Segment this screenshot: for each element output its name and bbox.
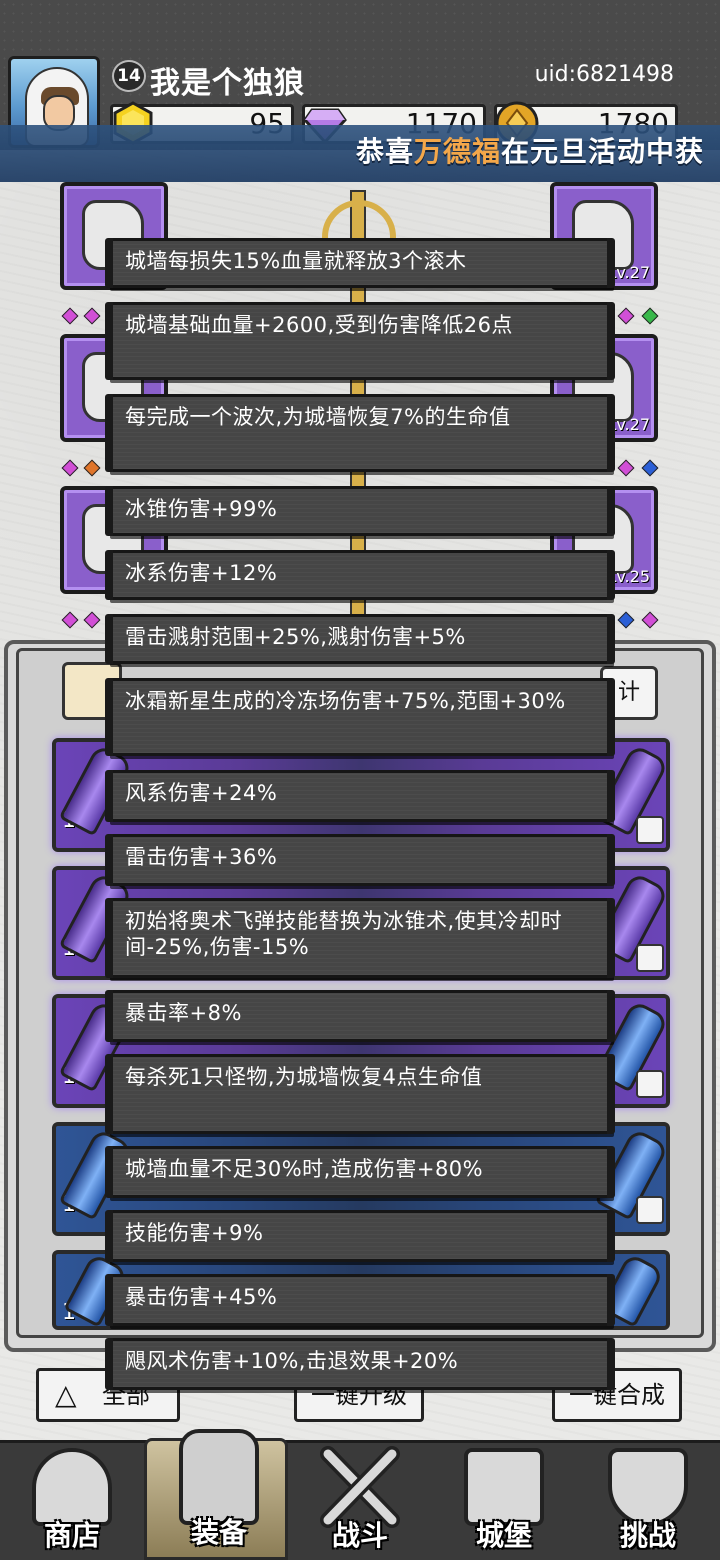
nav-castle-label: 城堡 xyxy=(475,1519,532,1552)
gem-socket-icon xyxy=(617,611,635,629)
nav-equipment[interactable]: 装备 xyxy=(144,1429,288,1560)
staff-type-icon xyxy=(636,816,664,844)
player-uid: uid:6821498 xyxy=(534,62,674,87)
announcement-suffix: 在元旦活动中获 xyxy=(501,135,705,168)
nav-battle[interactable]: 战斗 xyxy=(288,1438,432,1560)
buff-item[interactable]: 雷击伤害+36% xyxy=(105,834,615,886)
gem-socket-icon xyxy=(641,307,659,325)
player-name: 我是个独狼 xyxy=(150,66,305,101)
buff-item[interactable]: 技能伤害+9% xyxy=(105,1210,615,1262)
buff-item[interactable]: 雷击溅射范围+25%,溅射伤害+5% xyxy=(105,614,615,664)
nav-shop[interactable]: 商店 xyxy=(0,1438,144,1560)
ring-type-icon xyxy=(636,944,664,972)
gem-socket-icon xyxy=(83,307,101,325)
gem-socket-icon xyxy=(61,307,79,325)
nav-challenge[interactable]: 挑战 xyxy=(576,1438,720,1560)
buff-item[interactable]: 飓风术伤害+10%,击退效果+20% xyxy=(105,1338,615,1390)
gem-socket-icon xyxy=(617,459,635,477)
announcement-prefix: 恭喜 xyxy=(356,135,415,168)
buff-item[interactable]: 冰系伤害+12% xyxy=(105,550,615,600)
nav-battle-label: 战斗 xyxy=(331,1519,388,1552)
gem-socket-icon xyxy=(641,459,659,477)
buff-item[interactable]: 城墙每损失15%血量就释放3个滚木 xyxy=(105,238,615,288)
buff-item[interactable]: 冰霜新星生成的冷冻场伤害+75%,范围+30% xyxy=(105,678,615,756)
gem-socket-icon xyxy=(83,611,101,629)
armor-type-icon xyxy=(636,1196,664,1224)
nav-challenge-label: 挑战 xyxy=(619,1519,676,1552)
buff-item[interactable]: 每完成一个波次,为城墙恢复7%的生命值 xyxy=(105,394,615,472)
announcement-player: 万德福 xyxy=(414,135,502,168)
nav-shop-label: 商店 xyxy=(43,1519,100,1552)
buff-item[interactable]: 初始将奥术飞弹技能替换为冰锥术,使其冷却时间-25%,伤害-15% xyxy=(105,898,615,978)
up-arrow-icon: △ xyxy=(55,1378,77,1411)
buff-item[interactable]: 暴击伤害+45% xyxy=(105,1274,615,1326)
nav-castle[interactable]: 城堡 xyxy=(432,1438,576,1560)
buff-item[interactable]: 每杀死1只怪物,为城墙恢复4点生命值 xyxy=(105,1054,615,1134)
gem-socket-icon xyxy=(617,307,635,325)
player-level-badge: 14 xyxy=(112,60,146,92)
gem-socket-icon xyxy=(83,459,101,477)
gem-socket-icon xyxy=(61,611,79,629)
buff-item[interactable]: 风系伤害+24% xyxy=(105,770,615,822)
buff-item[interactable]: 城墙血量不足30%时,造成伤害+80% xyxy=(105,1146,615,1198)
gem-socket-icon xyxy=(641,611,659,629)
nav-equipment-label: 装备 xyxy=(190,1516,247,1549)
buff-item[interactable]: 冰锥伤害+99% xyxy=(105,486,615,536)
gem-socket-icon xyxy=(61,459,79,477)
announcement-text: 恭喜万德福在元旦活动中获 xyxy=(356,130,704,170)
amulet-type-icon xyxy=(636,1070,664,1098)
buff-item[interactable]: 城墙基础血量+2600,受到伤害降低26点 xyxy=(105,302,615,380)
buff-item[interactable]: 暴击率+8% xyxy=(105,990,615,1042)
